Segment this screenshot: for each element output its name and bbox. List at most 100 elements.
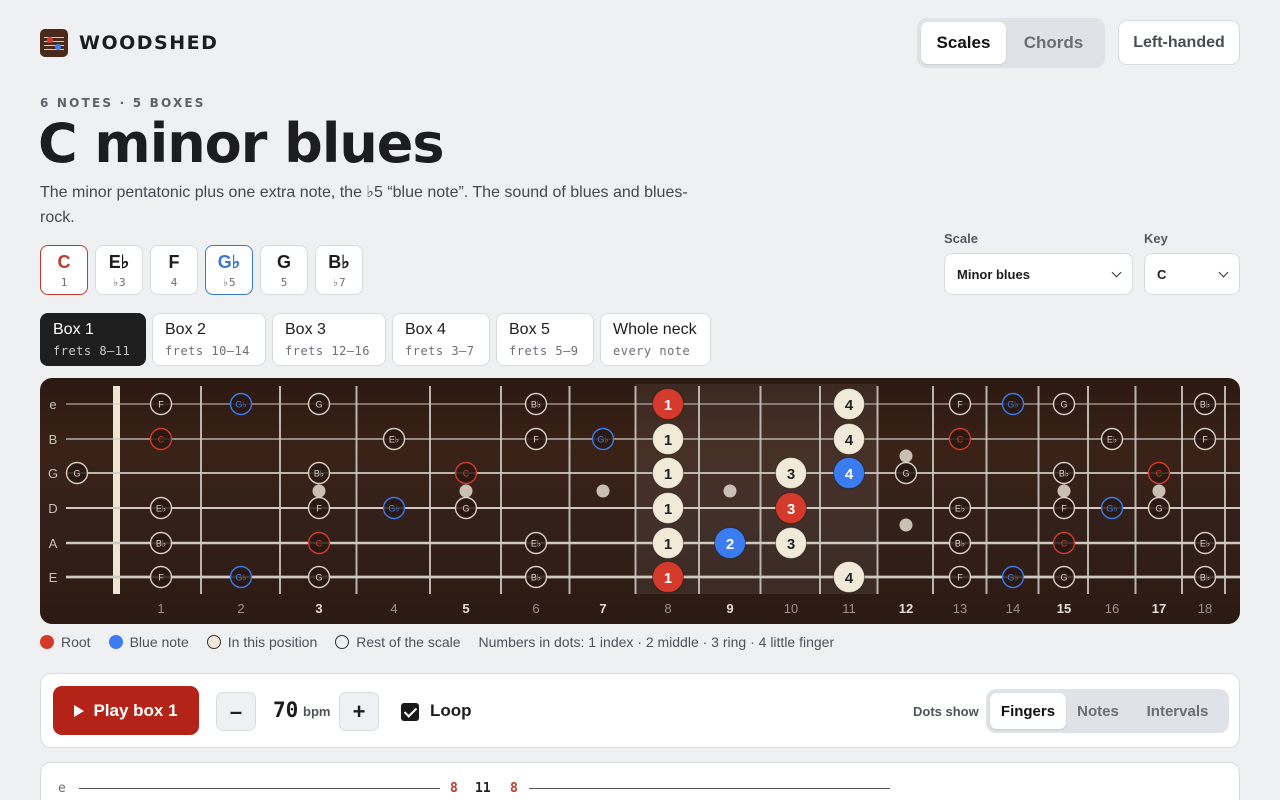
blue-note-swatch-icon xyxy=(108,635,123,649)
note-name: G xyxy=(276,251,291,272)
note-chip-eb[interactable]: E♭ ♭3 xyxy=(95,245,143,295)
left-handed-button[interactable]: Left-handed xyxy=(1118,20,1240,65)
nut xyxy=(113,386,120,594)
chevron-down-icon xyxy=(1218,267,1229,277)
note-degree: 1 xyxy=(60,275,68,289)
box-frets: frets 10–14 xyxy=(165,344,250,358)
box-frets: every note xyxy=(613,344,691,358)
box-frets: frets 3–7 xyxy=(405,344,475,358)
loop-checkbox[interactable] xyxy=(401,703,419,721)
note-finger-label: 3 xyxy=(787,501,795,518)
box-2-button[interactable]: Box 2 frets 10–14 xyxy=(152,313,266,366)
scale-summary: 6 NOTES · 5 BOXES xyxy=(40,96,206,110)
note-name: E♭ xyxy=(108,251,130,272)
note-ring-label: F xyxy=(158,573,164,583)
fret-number: 2 xyxy=(237,601,244,616)
fret-inlay xyxy=(312,484,326,498)
scale-description: The minor pentatonic plus one extra note… xyxy=(40,184,688,226)
fret-inlay xyxy=(596,484,610,498)
tempo-value: 70 xyxy=(273,698,299,722)
fret-number: 13 xyxy=(953,601,967,616)
tab-string-label: e xyxy=(58,781,66,796)
note-ring-label: G xyxy=(1060,573,1067,583)
legend-fingers-note: Numbers in dots: 1 index · 2 middle · 3 … xyxy=(478,634,835,650)
note-ring-label: G xyxy=(315,400,322,410)
note-finger-label: 4 xyxy=(845,466,854,483)
note-ring-label: F xyxy=(533,435,539,445)
box-5-button[interactable]: Box 5 frets 5–9 xyxy=(496,313,594,366)
note-ring-label: F xyxy=(957,400,963,410)
fret-number: 16 xyxy=(1105,601,1119,616)
note-finger-label: 4 xyxy=(845,432,854,449)
root-swatch-icon xyxy=(40,635,54,649)
whole-neck-button[interactable]: Whole neck every note xyxy=(600,313,711,366)
note-ring-label: G♭ xyxy=(1106,504,1117,514)
fret-number: 8 xyxy=(664,601,671,616)
dots-display-toggle: Fingers Notes Intervals xyxy=(986,689,1229,733)
brand[interactable]: WOODSHED xyxy=(40,29,218,57)
play-button[interactable]: Play box 1 xyxy=(53,686,199,735)
box-label: Box 4 xyxy=(405,321,446,338)
note-ring-label: B♭ xyxy=(1200,400,1210,410)
tab-chords[interactable]: Chords xyxy=(1006,22,1101,64)
scale-select-label: Scale xyxy=(944,231,978,246)
note-ring-label: F xyxy=(1061,504,1067,514)
note-finger-label: 1 xyxy=(664,397,672,414)
mode-toggle: Scales Chords xyxy=(917,18,1105,68)
fretboard-diagram: eBGDAE1 2 3 4 5 6 7 8 9 10 11 12 13 14 15 16 17 18F G♭ G B♭ 1… xyxy=(48,384,1240,616)
fret-inlay xyxy=(1152,484,1166,498)
box-4-button[interactable]: Box 4 frets 3–7 xyxy=(392,313,490,366)
dots-intervals-option[interactable]: Intervals xyxy=(1130,693,1225,729)
string-label: A xyxy=(49,536,58,551)
note-ring-label: F xyxy=(1202,435,1208,445)
tempo-increase-button[interactable]: + xyxy=(339,692,379,731)
legend-root: Root xyxy=(40,634,91,650)
note-degree: 5 xyxy=(280,275,288,289)
fret-inlay xyxy=(899,449,913,463)
note-ring-label: C xyxy=(1061,539,1068,549)
tab-note: 8 xyxy=(510,781,518,796)
box-frets: frets 12–16 xyxy=(285,344,370,358)
legend-label: In this position xyxy=(227,634,318,650)
note-chip-bb[interactable]: B♭ ♭7 xyxy=(315,245,363,295)
note-chip-g[interactable]: G 5 xyxy=(260,245,308,295)
note-ring-label: F xyxy=(957,573,963,583)
scale-select[interactable]: Minor blues xyxy=(944,253,1133,295)
legend-position: In this position xyxy=(206,634,318,650)
loop-label[interactable]: Loop xyxy=(430,701,472,721)
fret-number: 18 xyxy=(1198,601,1212,616)
dots-fingers-option[interactable]: Fingers xyxy=(990,693,1066,729)
tab-scales[interactable]: Scales xyxy=(921,22,1006,64)
note-ring-label: B♭ xyxy=(1200,573,1210,583)
note-finger-label: 2 xyxy=(726,536,734,553)
staff-logo-icon xyxy=(40,29,68,57)
dots-notes-option[interactable]: Notes xyxy=(1066,693,1130,729)
note-ring-label: E♭ xyxy=(1200,539,1210,549)
note-ring-label: F xyxy=(316,504,322,514)
box-selector: Box 1 frets 8–11 Box 2 frets 10–14 Box 3… xyxy=(40,313,711,366)
box-3-button[interactable]: Box 3 frets 12–16 xyxy=(272,313,386,366)
note-chip-c[interactable]: C 1 xyxy=(40,245,88,295)
note-chip-gb[interactable]: G♭ ♭5 xyxy=(205,245,253,295)
legend-label: Root xyxy=(61,634,91,650)
box-frets: frets 8–11 xyxy=(53,344,131,358)
note-chip-f[interactable]: F 4 xyxy=(150,245,198,295)
box-label: Box 2 xyxy=(165,321,206,338)
note-ring-label: B♭ xyxy=(531,400,541,410)
tab-string-line xyxy=(79,788,440,789)
fret-number: 5 xyxy=(462,601,469,616)
note-ring-label: B♭ xyxy=(531,573,541,583)
tab-note: 11 xyxy=(475,781,491,796)
note-degree: ♭7 xyxy=(332,275,346,289)
note-name: G♭ xyxy=(217,251,241,272)
fret-number: 6 xyxy=(532,601,539,616)
play-icon xyxy=(74,704,85,717)
box-1-button[interactable]: Box 1 frets 8–11 xyxy=(40,313,146,366)
box-label: Box 3 xyxy=(285,321,326,338)
note-ring-label: B♭ xyxy=(955,539,965,549)
fret-number: 10 xyxy=(784,601,798,616)
tablature-panel: e 8 11 8 xyxy=(40,762,1240,800)
key-select[interactable]: C xyxy=(1144,253,1240,295)
note-ring-label: G♭ xyxy=(1007,573,1018,583)
tempo-decrease-button[interactable]: – xyxy=(216,692,256,731)
